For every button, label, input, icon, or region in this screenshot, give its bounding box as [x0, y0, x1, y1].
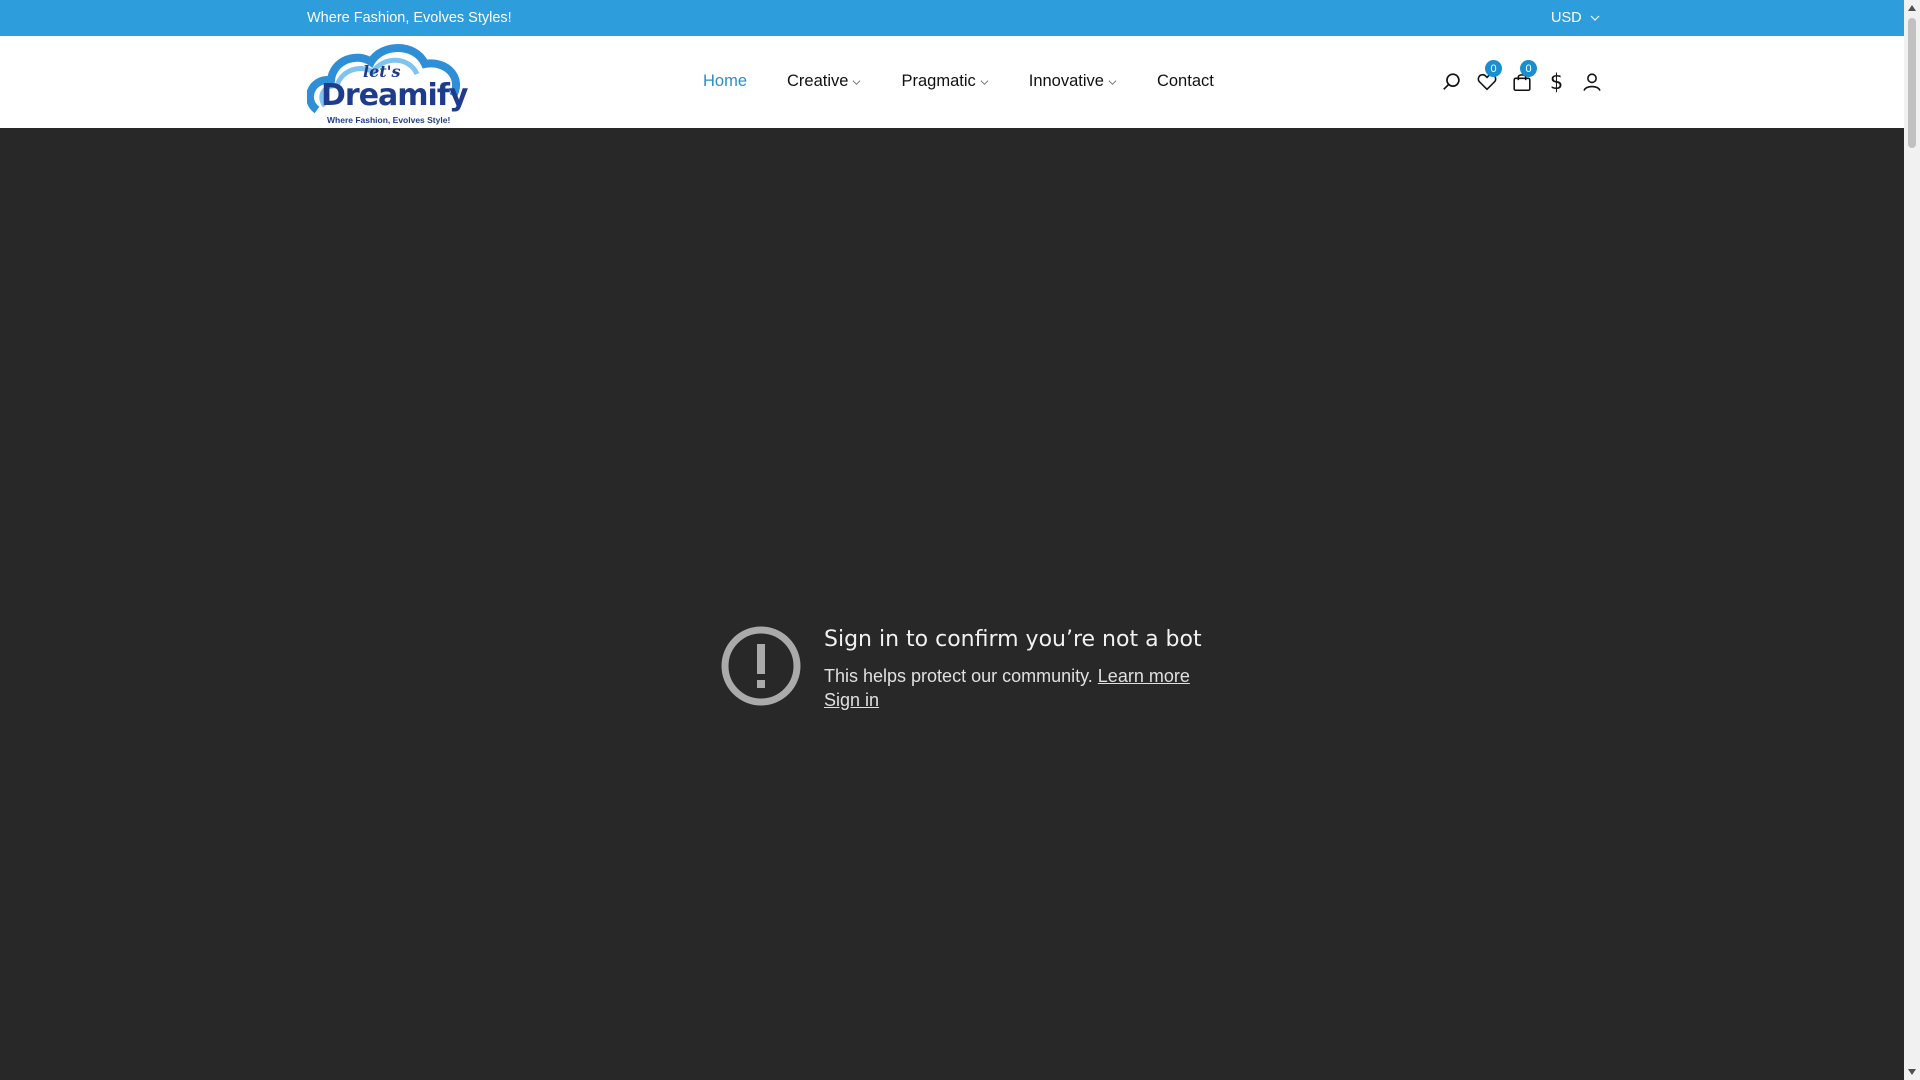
header-actions: 0 0 $	[1434, 60, 1609, 96]
logo-wordmark: Dreamify	[321, 78, 468, 113]
user-icon	[1582, 73, 1601, 92]
cart-button[interactable]: 0	[1504, 60, 1539, 96]
nav-label: Innovative	[1028, 72, 1104, 90]
chevron-down-icon	[1108, 80, 1117, 85]
nav-label: Pragmatic	[901, 72, 976, 90]
account-button[interactable]	[1574, 68, 1609, 96]
dollar-icon: $	[1549, 70, 1564, 94]
search-icon	[1442, 73, 1460, 90]
nav-label: Contact	[1156, 72, 1214, 90]
nav-item-home[interactable]: Home	[703, 72, 747, 91]
bot-check-message: Sign in to confirm you’re not a bot This…	[720, 625, 1202, 712]
announcement-bar: Where Fashion, Evolves Styles! USD	[0, 0, 1904, 36]
nav-item-contact[interactable]: Contact	[1157, 72, 1214, 91]
scroll-up-icon[interactable]	[1908, 5, 1916, 11]
alert-circle-icon	[721, 626, 801, 706]
video-embed[interactable]: Sign in to confirm you’re not a bot This…	[0, 128, 1904, 1080]
chevron-down-icon	[853, 80, 861, 85]
cart-count-badge: 0	[1520, 60, 1537, 77]
page-scrollbar[interactable]	[1904, 0, 1920, 1080]
scroll-down-icon[interactable]	[1908, 1069, 1916, 1075]
nav-label: Creative	[787, 72, 849, 90]
sign-in-link[interactable]: Sign in	[824, 690, 879, 710]
logo-slogan: Where Fashion, Evolves Style!	[327, 115, 451, 125]
currency-label: USD	[1551, 10, 1582, 26]
chevron-down-icon	[980, 80, 989, 85]
learn-more-link[interactable]: Learn more	[1098, 666, 1190, 686]
tagline: Where Fashion, Evolves Styles!	[307, 10, 512, 26]
wishlist-count-badge: 0	[1485, 60, 1502, 77]
search-button[interactable]	[1434, 68, 1469, 96]
currency-selector[interactable]: USD	[1551, 10, 1600, 26]
nav-item-creative[interactable]: Creative	[787, 72, 861, 91]
nav-item-pragmatic[interactable]: Pragmatic	[901, 72, 989, 91]
wishlist-button[interactable]: 0	[1469, 60, 1504, 96]
site-logo[interactable]: let's Dreamify Where Fashion, Evolves St…	[307, 40, 469, 126]
bot-check-title: Sign in to confirm you’re not a bot	[824, 627, 1202, 652]
site-header: let's Dreamify Where Fashion, Evolves St…	[0, 36, 1904, 128]
chevron-down-icon	[1590, 15, 1600, 21]
bot-check-body: This helps protect our community. Learn …	[824, 664, 1202, 712]
currency-button[interactable]: $	[1539, 68, 1574, 96]
bot-check-text: This helps protect our community.	[824, 666, 1093, 686]
nav-item-innovative[interactable]: Innovative	[1029, 72, 1117, 91]
main-nav: Home Creative Pragmatic Innovative Conta…	[703, 72, 1254, 91]
nav-label: Home	[703, 72, 748, 90]
scrollbar-thumb[interactable]	[1908, 18, 1916, 148]
